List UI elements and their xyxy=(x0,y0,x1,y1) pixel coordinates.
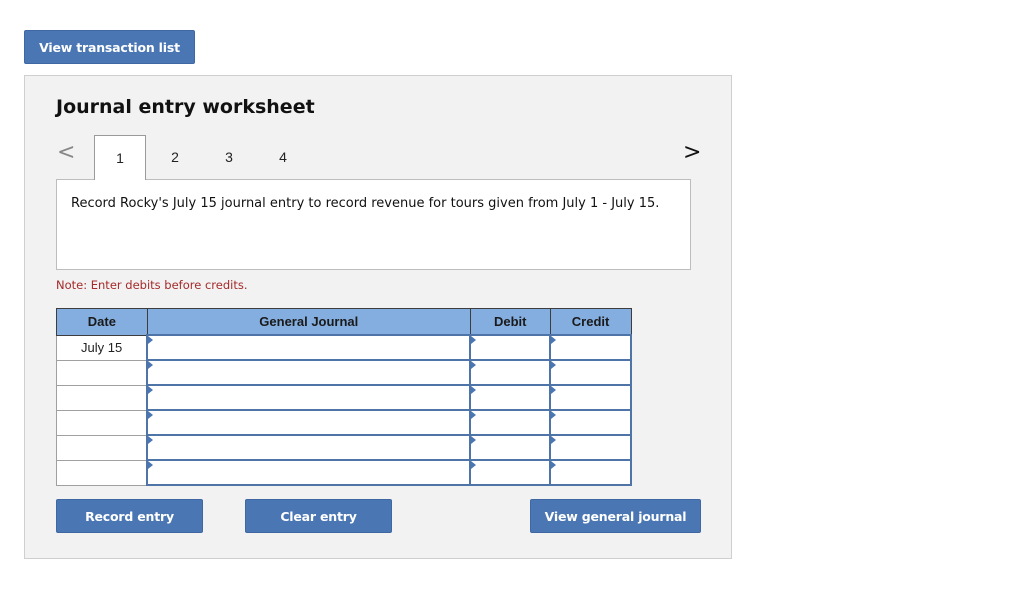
credit-cell xyxy=(549,384,632,411)
credit-input[interactable] xyxy=(551,436,630,459)
debit-cell xyxy=(469,459,552,486)
dropdown-marker-icon xyxy=(148,411,154,419)
date-cell xyxy=(56,384,148,411)
account-input[interactable] xyxy=(148,336,470,359)
tab-3[interactable]: 3 xyxy=(203,135,255,179)
dropdown-marker-icon xyxy=(471,436,477,444)
journal-entry-worksheet-panel: Journal entry worksheet < 1 2 3 4 > Reco… xyxy=(24,75,732,559)
credit-cell xyxy=(549,434,632,461)
clear-entry-button[interactable]: Clear entry xyxy=(245,499,392,533)
date-cell xyxy=(56,434,148,461)
credit-input[interactable] xyxy=(551,461,630,484)
journal-header-row: Date General Journal Debit Credit xyxy=(56,308,632,336)
debit-cell xyxy=(469,434,552,461)
credit-cell xyxy=(549,334,632,361)
dropdown-marker-icon xyxy=(148,361,154,369)
column-header-general-journal: General Journal xyxy=(146,308,471,336)
date-cell xyxy=(56,359,148,386)
dropdown-marker-icon xyxy=(551,386,557,394)
debit-input[interactable] xyxy=(471,436,550,459)
view-transaction-list-button[interactable]: View transaction list xyxy=(24,30,195,64)
debit-input[interactable] xyxy=(471,386,550,409)
chevron-left-icon[interactable]: < xyxy=(57,140,75,165)
record-entry-button[interactable]: Record entry xyxy=(56,499,203,533)
debit-credit-note: Note: Enter debits before credits. xyxy=(56,278,248,292)
account-input[interactable] xyxy=(148,461,470,484)
column-header-date: Date xyxy=(56,308,148,336)
debit-cell xyxy=(469,384,552,411)
dropdown-marker-icon xyxy=(148,436,154,444)
journal-row xyxy=(56,434,632,461)
dropdown-marker-icon xyxy=(471,411,477,419)
tab-1[interactable]: 1 xyxy=(94,135,146,180)
dropdown-marker-icon xyxy=(551,361,557,369)
dropdown-marker-icon xyxy=(148,461,154,469)
journal-row: July 15 xyxy=(56,334,632,361)
credit-cell xyxy=(549,359,632,386)
account-cell xyxy=(146,409,472,436)
account-cell xyxy=(146,359,472,386)
account-input[interactable] xyxy=(148,386,470,409)
chevron-right-icon[interactable]: > xyxy=(683,140,701,165)
debit-cell xyxy=(469,409,552,436)
date-cell xyxy=(56,459,148,486)
worksheet-title: Journal entry worksheet xyxy=(56,96,315,118)
debit-input[interactable] xyxy=(471,336,550,359)
credit-cell xyxy=(549,459,632,486)
tab-4[interactable]: 4 xyxy=(257,135,309,179)
dropdown-marker-icon xyxy=(148,386,154,394)
account-cell xyxy=(146,384,472,411)
debit-input[interactable] xyxy=(471,411,550,434)
credit-cell xyxy=(549,409,632,436)
dropdown-marker-icon xyxy=(471,361,477,369)
journal-row xyxy=(56,459,632,486)
dropdown-marker-icon xyxy=(471,386,477,394)
account-cell xyxy=(146,434,472,461)
dropdown-marker-icon xyxy=(471,336,477,344)
column-header-debit: Debit xyxy=(469,308,551,336)
credit-input[interactable] xyxy=(551,336,630,359)
journal-row xyxy=(56,409,632,436)
dropdown-marker-icon xyxy=(551,436,557,444)
dropdown-marker-icon xyxy=(551,336,557,344)
credit-input[interactable] xyxy=(551,361,630,384)
account-cell xyxy=(146,459,472,486)
credit-input[interactable] xyxy=(551,411,630,434)
journal-table: Date General Journal Debit Credit July 1… xyxy=(56,308,632,486)
debit-cell xyxy=(469,359,552,386)
account-cell xyxy=(146,334,472,361)
tab-2[interactable]: 2 xyxy=(149,135,201,179)
account-input[interactable] xyxy=(148,436,470,459)
entry-description: Record Rocky's July 15 journal entry to … xyxy=(56,179,691,270)
credit-input[interactable] xyxy=(551,386,630,409)
date-cell xyxy=(56,409,148,436)
debit-cell xyxy=(469,334,552,361)
account-input[interactable] xyxy=(148,411,470,434)
dropdown-marker-icon xyxy=(471,461,477,469)
journal-row xyxy=(56,359,632,386)
journal-row xyxy=(56,384,632,411)
date-cell: July 15 xyxy=(56,334,148,361)
dropdown-marker-icon xyxy=(551,461,557,469)
dropdown-marker-icon xyxy=(551,411,557,419)
column-header-credit: Credit xyxy=(549,308,632,336)
view-general-journal-button[interactable]: View general journal xyxy=(530,499,701,533)
account-input[interactable] xyxy=(148,361,470,384)
dropdown-marker-icon xyxy=(148,336,154,344)
debit-input[interactable] xyxy=(471,461,550,484)
debit-input[interactable] xyxy=(471,361,550,384)
